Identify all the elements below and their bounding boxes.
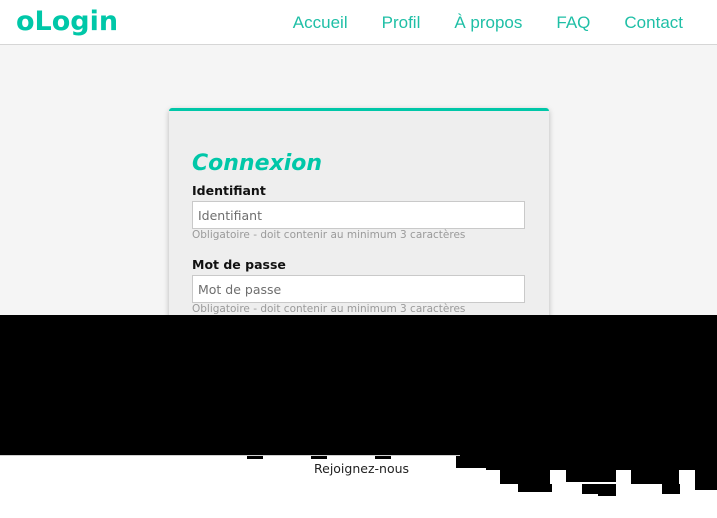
redaction-fragment	[486, 459, 717, 470]
redaction-fragment	[518, 484, 552, 492]
nav-link-profil[interactable]: Profil	[382, 0, 421, 45]
footer-divider	[0, 455, 460, 456]
nav-link-contact[interactable]: Contact	[624, 0, 683, 45]
redaction-fragment	[566, 470, 616, 482]
redaction-fragment	[662, 484, 680, 494]
nav-link-accueil[interactable]: Accueil	[293, 0, 348, 45]
password-input[interactable]	[192, 275, 525, 303]
join-link[interactable]: Rejoignez-nous	[314, 461, 409, 476]
redaction-fragment	[695, 470, 717, 490]
nav-link-faq[interactable]: FAQ	[556, 0, 590, 45]
main-nav: Accueil Profil À propos FAQ Contact	[293, 0, 717, 45]
nav-link-a-propos[interactable]: À propos	[454, 0, 522, 45]
redacted-region	[0, 315, 717, 451]
login-title: Connexion	[192, 151, 323, 176]
password-help: Obligatoire - doit contenir au minimum 3…	[192, 303, 466, 315]
password-label: Mot de passe	[192, 257, 286, 272]
top-navbar: oLogin Accueil Profil À propos FAQ Conta…	[0, 0, 717, 45]
redaction-fragment	[456, 451, 717, 459]
redaction-fragment	[631, 470, 679, 484]
username-input[interactable]	[192, 201, 525, 229]
username-help: Obligatoire - doit contenir au minimum 3…	[192, 229, 466, 241]
redaction-fragment	[598, 484, 616, 496]
username-label: Identifiant	[192, 183, 266, 198]
redaction-fragment	[456, 459, 486, 468]
login-card: Connexion Identifiant Obligatoire - doit…	[169, 108, 549, 338]
brand-logo[interactable]: oLogin	[16, 5, 118, 39]
redaction-fragment	[500, 470, 550, 484]
